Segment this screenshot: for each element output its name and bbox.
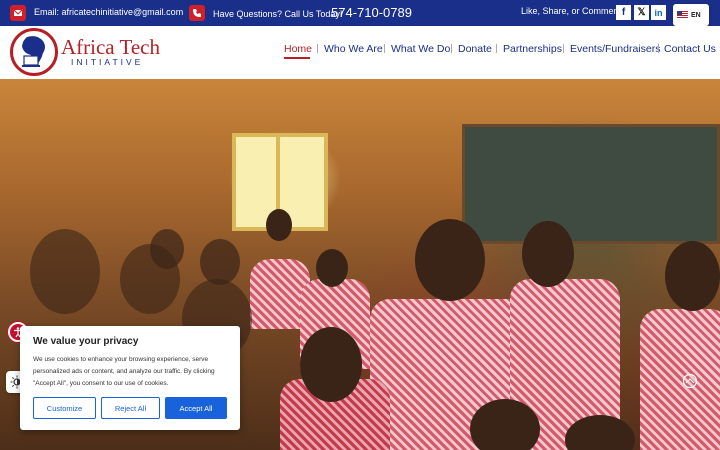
phone-icon: [189, 5, 205, 21]
logo-subtitle[interactable]: INITIATIVE: [71, 57, 143, 67]
cookie-description: We use cookies to enhance your browsing …: [33, 356, 215, 387]
nav-separator: [658, 44, 659, 53]
us-flag-icon: [677, 11, 688, 19]
phone-number-link[interactable]: 574-710-0789: [331, 5, 412, 20]
nav-home[interactable]: Home: [284, 43, 312, 55]
nav-who-we-are[interactable]: Who We Are: [324, 43, 383, 55]
email-link[interactable]: Email: africatechinitiative@gmail.com: [34, 7, 183, 17]
linkedin-icon[interactable]: in: [651, 5, 666, 20]
nav-contact-us[interactable]: Contact Us: [664, 43, 716, 55]
nav-separator: [384, 44, 385, 53]
logo-icon[interactable]: [10, 28, 58, 76]
child-figure: [266, 209, 292, 241]
child-figure: [300, 327, 362, 402]
child-figure: [415, 219, 485, 301]
nav-separator: [563, 44, 564, 53]
site-header: Africa Tech INITIATIVE Home Who We Are W…: [0, 26, 720, 79]
accept-all-button[interactable]: Accept All: [165, 397, 227, 419]
nav-what-we-do[interactable]: What We Do: [391, 43, 450, 55]
cookie-title: We value your privacy: [33, 336, 139, 347]
chalkboard: [462, 124, 720, 244]
nav-separator: [451, 44, 452, 53]
nav-partnerships[interactable]: Partnerships: [503, 43, 562, 55]
language-code: EN: [691, 11, 701, 19]
scroll-icon[interactable]: [682, 373, 698, 389]
language-selector[interactable]: EN: [673, 4, 709, 26]
x-twitter-icon[interactable]: 𝕏: [634, 5, 649, 20]
child-figure: [120, 244, 180, 314]
child-figure: [665, 241, 720, 311]
reject-all-button[interactable]: Reject All: [101, 397, 160, 419]
nav-events-fundraisers[interactable]: Events/Fundraisers: [570, 43, 660, 55]
child-figure: [522, 221, 574, 287]
top-bar: Email: africatechinitiative@gmail.com Ha…: [0, 0, 720, 26]
phone-label: Have Questions? Call Us Today!: [213, 9, 343, 19]
social-label: Like, Share, or Comment:: [521, 6, 624, 16]
facebook-icon[interactable]: f: [616, 5, 631, 20]
child-figure: [200, 239, 240, 285]
child-figure: [316, 249, 348, 287]
active-nav-underline: [284, 57, 310, 59]
cookie-consent-banner: We value your privacy We use cookies to …: [20, 326, 240, 430]
email-icon: [10, 5, 26, 21]
child-figure: [640, 309, 720, 450]
child-figure: [470, 399, 540, 450]
nav-separator: [496, 44, 497, 53]
nav-donate[interactable]: Donate: [458, 43, 492, 55]
nav-separator: [317, 44, 318, 53]
child-figure: [30, 229, 100, 314]
customize-button[interactable]: Customize: [33, 397, 96, 419]
